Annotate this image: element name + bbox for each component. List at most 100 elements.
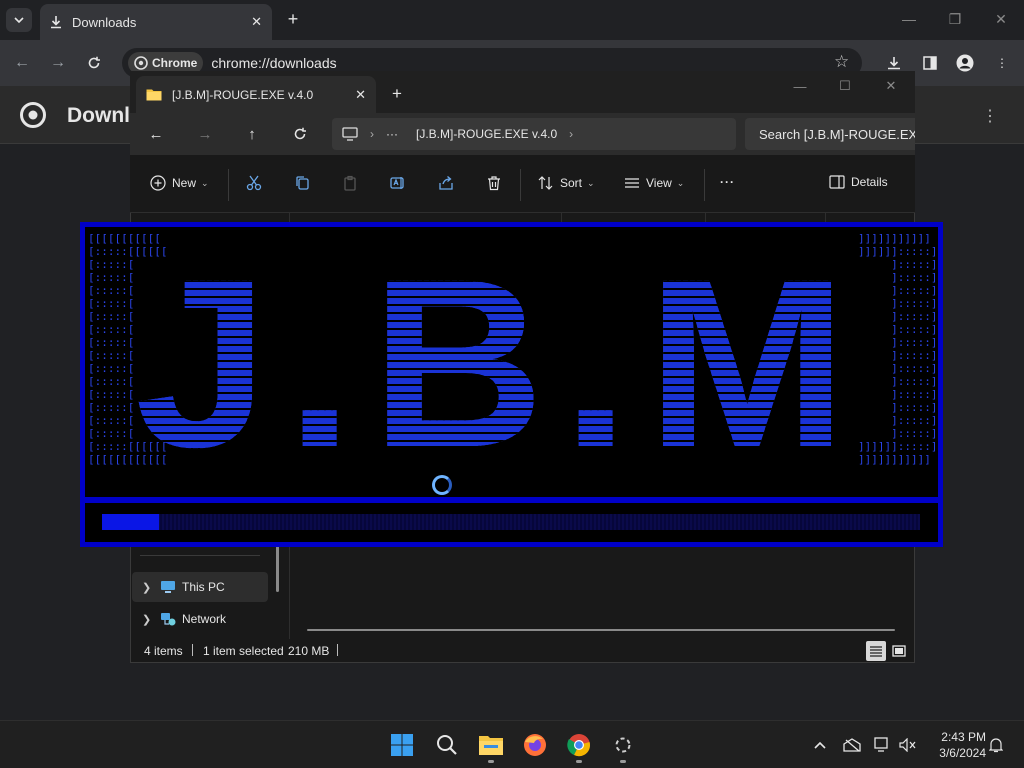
nav-scrollbar[interactable] (276, 546, 279, 592)
system-clock[interactable]: 2:43 PM 3/6/2024 (928, 729, 986, 761)
breadcrumb-more[interactable]: ··· (386, 127, 398, 141)
delete-button[interactable] (486, 175, 508, 191)
explorer-minimize-button[interactable]: — (788, 76, 812, 96)
reload-icon (88, 56, 100, 69)
status-selected: 1 item selected (203, 644, 284, 658)
forward-button[interactable]: → (46, 51, 70, 75)
loading-icon[interactable] (607, 729, 639, 761)
status-divider (192, 644, 193, 656)
explorer-tab-label: [J.B.M]-ROUGE.EXE v.4.0 (172, 87, 314, 102)
explorer-address-bar[interactable]: › ··· [J.B.M]-ROUGE.EXE v.4.0 › (332, 118, 736, 150)
divider (520, 169, 521, 201)
cut-button[interactable] (246, 175, 268, 191)
tiles-view-button[interactable] (889, 641, 909, 661)
sort-button[interactable]: Sort ⌄ (538, 175, 595, 191)
explorer-refresh-button[interactable] (290, 124, 310, 144)
details-view-button[interactable] (866, 641, 886, 661)
tab-search-button[interactable] (6, 8, 32, 32)
breadcrumb-folder[interactable]: [J.B.M]-ROUGE.EXE v.4.0 (416, 127, 557, 141)
scissors-icon (246, 175, 262, 191)
copy-icon (296, 176, 309, 190)
running-indicator (620, 760, 626, 763)
back-button[interactable]: ← (10, 51, 34, 75)
screen: Downloads ✕ + — ❐ ✕ ← → Chrome chrome://… (0, 0, 1024, 768)
nav-item-this-pc[interactable]: ❯ This PC (132, 572, 268, 602)
windows-start-icon[interactable] (386, 729, 418, 761)
chevron-right-icon: ❯ (142, 581, 152, 594)
minimize-button[interactable]: — (894, 8, 924, 30)
see-more-button[interactable]: ··· (720, 175, 735, 189)
close-window-button[interactable]: ✕ (986, 8, 1016, 30)
view-button-label: View (646, 176, 672, 190)
divider (228, 169, 229, 201)
new-tab-button[interactable]: + (282, 8, 304, 30)
downloads-menu-icon[interactable]: ⋮ (982, 106, 998, 126)
firefox-icon[interactable] (519, 729, 551, 761)
notification-bell-icon[interactable] (986, 735, 1006, 755)
paste-button[interactable] (342, 175, 364, 191)
file-explorer-icon[interactable] (475, 729, 507, 761)
sort-icon (538, 176, 553, 190)
explorer-maximize-button[interactable]: ☐ (833, 76, 857, 96)
status-size: 210 MB (288, 644, 330, 658)
chevron-down-icon (14, 17, 24, 24)
trash-icon (488, 176, 500, 191)
chevron-down-icon: ⌄ (587, 177, 595, 188)
explorer-tab[interactable]: [J.B.M]-ROUGE.EXE v.4.0 ✕ (136, 76, 376, 113)
share-button[interactable] (438, 175, 460, 191)
network-icon (161, 613, 176, 626)
tiles-view-icon (892, 645, 906, 657)
sort-button-label: Sort (560, 176, 583, 190)
status-divider (337, 644, 338, 656)
progress-fill (102, 514, 159, 530)
close-tab-icon[interactable]: ✕ (355, 87, 366, 103)
close-tab-icon[interactable]: ✕ (251, 14, 262, 30)
chrome-menu-icon[interactable]: ⋮ (990, 51, 1014, 75)
view-list-icon (625, 178, 639, 188)
chrome-icon[interactable] (563, 729, 595, 761)
explorer-back-button[interactable]: ← (146, 124, 166, 144)
progress-track (102, 514, 920, 530)
restore-button[interactable]: ❐ (940, 8, 970, 30)
nav-item-network[interactable]: ❯ Network (132, 604, 268, 634)
bookmark-star-icon[interactable]: ☆ (834, 52, 854, 72)
refresh-icon (294, 127, 306, 140)
search-icon[interactable] (431, 729, 463, 761)
loading-spinner-icon (432, 475, 452, 495)
side-panel-icon[interactable] (918, 51, 942, 75)
chevron-up-icon[interactable] (810, 735, 830, 755)
rename-button[interactable] (390, 175, 412, 191)
tab-label: Downloads (72, 14, 137, 30)
running-indicator (488, 760, 494, 763)
explorer-forward-button[interactable]: → (195, 124, 215, 144)
nav-item-label: This PC (182, 580, 225, 594)
details-button[interactable]: Details (829, 175, 888, 189)
file-list-scrollbar[interactable] (307, 629, 895, 631)
view-button[interactable]: View ⌄ (624, 175, 684, 191)
chrome-logo-icon (134, 56, 148, 70)
clipboard-icon (344, 175, 356, 191)
chrome-tab-downloads[interactable]: Downloads ✕ (40, 4, 272, 40)
new-button-label: New (172, 176, 197, 190)
new-button[interactable]: New ⌄ (150, 175, 209, 191)
reload-button[interactable] (82, 51, 106, 75)
breadcrumb-chevron-icon: › (370, 127, 374, 141)
explorer-up-button[interactable]: ↑ (242, 124, 262, 144)
site-chip-label: Chrome (152, 56, 198, 70)
chevron-down-icon: ⌄ (676, 177, 685, 188)
clock-date: 3/6/2024 (939, 746, 986, 760)
explorer-search-input[interactable]: Search [J.B.M]-ROUGE.EX (745, 118, 915, 150)
download-icon (51, 16, 61, 29)
url-text: chrome://downloads (211, 55, 337, 71)
divider (704, 169, 705, 201)
pc-icon (161, 581, 175, 593)
explorer-close-button[interactable]: ✕ (879, 76, 903, 96)
ethernet-icon[interactable] (873, 735, 893, 755)
explorer-new-tab-button[interactable]: + (392, 84, 402, 104)
network-off-icon[interactable] (842, 735, 862, 755)
chrome-logo-icon (20, 102, 46, 131)
volume-muted-icon[interactable] (898, 735, 918, 755)
copy-button[interactable] (294, 175, 316, 191)
jbm-logo: J.B.M (130, 238, 870, 488)
profile-avatar[interactable] (953, 51, 977, 75)
